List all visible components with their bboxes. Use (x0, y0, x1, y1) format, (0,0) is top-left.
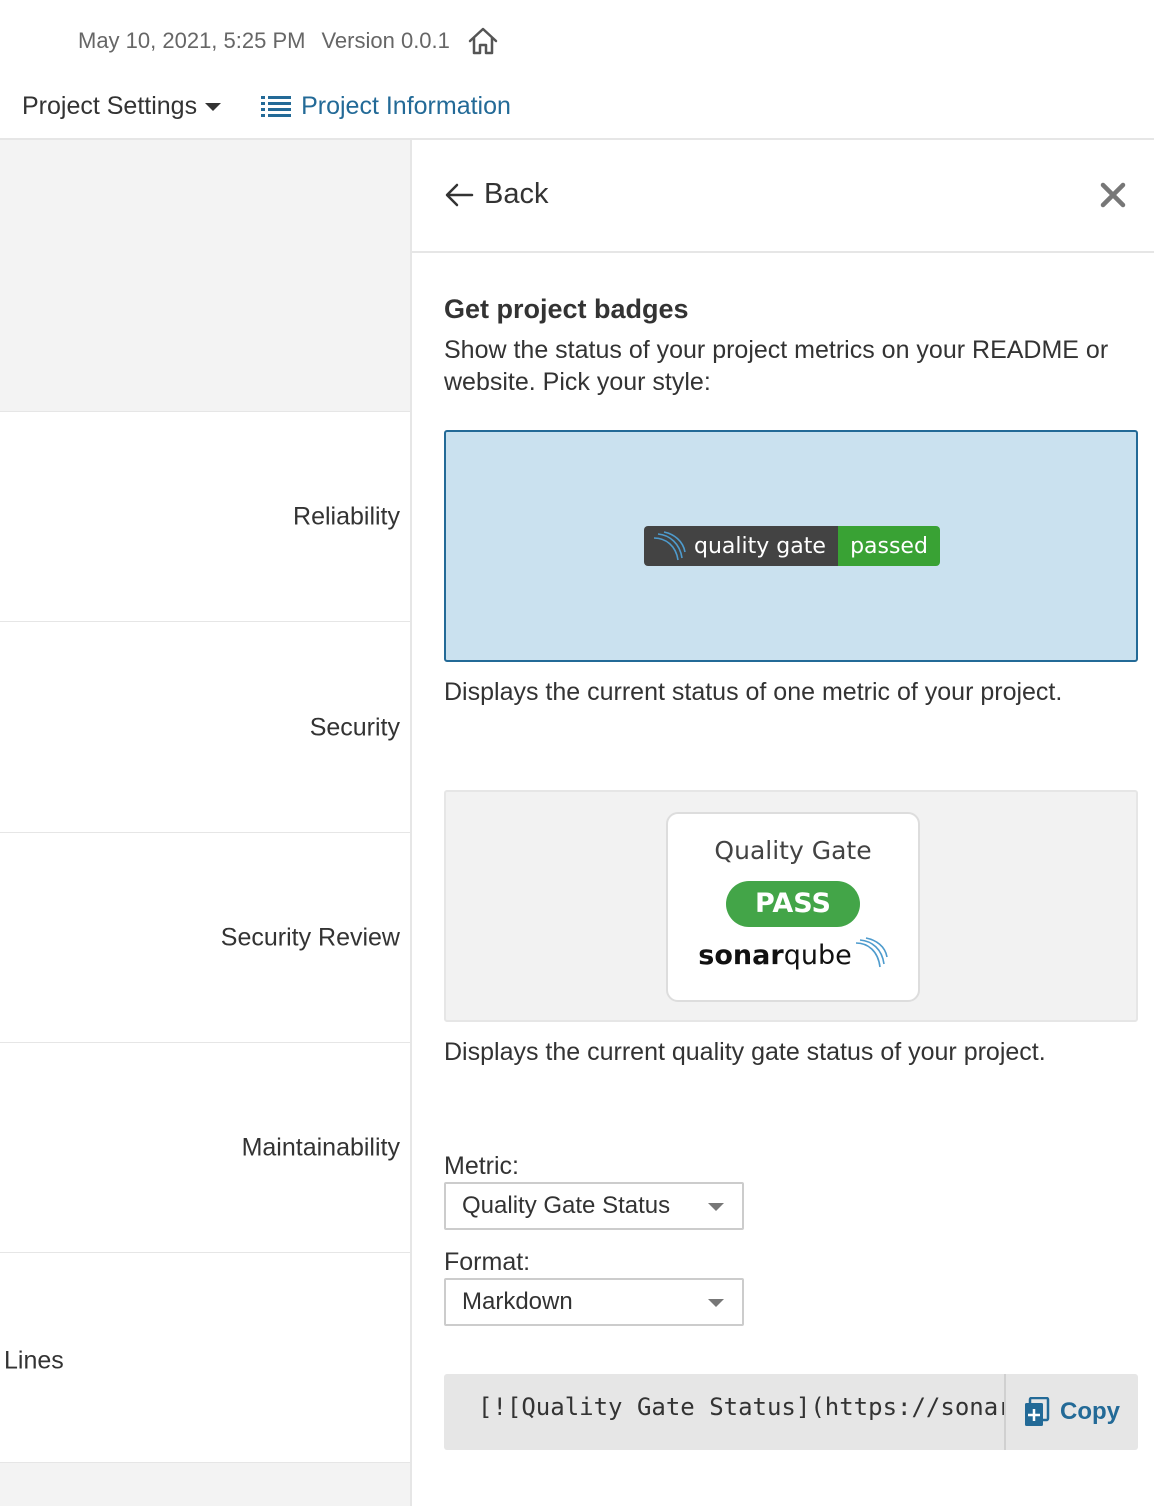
badge-label: quality gate (694, 533, 826, 559)
overview-row-security-review: Security Review (0, 833, 411, 1043)
project-information-link[interactable]: Project Information (261, 92, 511, 121)
version-label: Version 0.0.1 (321, 28, 450, 53)
overview-row-security: Security (0, 623, 411, 833)
close-icon[interactable] (1098, 180, 1128, 210)
metric-label: Metric: (444, 1152, 519, 1180)
row-label: Security Review (220, 923, 400, 951)
project-settings-label: Project Settings (22, 92, 198, 120)
badges-panel: Back Get project badges Show the status … (412, 140, 1154, 1506)
panel-title: Get project badges (444, 294, 689, 324)
overview-row-maintainability: Maintainability (0, 1043, 411, 1253)
chevron-down-icon (708, 1203, 724, 1211)
home-icon[interactable] (466, 24, 500, 58)
overview-row-reliability: Reliability (0, 412, 411, 622)
back-button[interactable]: Back (444, 178, 548, 211)
quality-gate-card: Quality Gate PASS sonar qube (666, 812, 920, 1002)
chevron-down-icon (708, 1299, 724, 1307)
badge-option-metric[interactable]: quality gate passed (444, 430, 1138, 662)
panel-header: Back (412, 140, 1154, 253)
format-select[interactable]: Markdown (444, 1278, 744, 1326)
badge-option-quality-gate[interactable]: Quality Gate PASS sonar qube (444, 790, 1138, 1022)
sonarqube-logo: sonar qube (668, 937, 918, 971)
metric-badge-caption: Displays the current status of one metri… (444, 678, 1063, 706)
row-label: Lines (4, 1346, 64, 1375)
metric-select[interactable]: Quality Gate Status (444, 1182, 744, 1230)
row-label: Maintainability (241, 1133, 400, 1161)
pass-pill: PASS (726, 881, 860, 927)
quality-gate-caption: Displays the current quality gate status… (444, 1038, 1046, 1066)
badge-value: passed (838, 526, 940, 566)
overview-row-lines: Lines (0, 1253, 411, 1463)
code-snippet[interactable]: [![Quality Gate Status](https://sonar (478, 1374, 1004, 1450)
header-meta: May 10, 2021, 5:25 PM Version 0.0.1 (78, 24, 500, 58)
logo-bold-text: sonar (698, 940, 784, 971)
metric-select-value: Quality Gate Status (462, 1192, 671, 1219)
row-label: Reliability (293, 502, 400, 530)
project-nav: Project Settings Project Information (22, 92, 511, 121)
list-icon (261, 95, 292, 117)
logo-regular-text: qube (783, 940, 852, 971)
project-settings-menu[interactable]: Project Settings (22, 92, 222, 121)
panel-description: Show the status of your project metrics … (444, 336, 1109, 396)
arrow-left-icon (445, 183, 474, 206)
code-divider (1004, 1374, 1006, 1450)
card-title: Quality Gate (714, 836, 872, 865)
row-label: Security (309, 713, 400, 741)
caret-down-icon (205, 102, 222, 111)
sonar-waves-icon (653, 531, 686, 561)
project-information-label: Project Information (301, 92, 511, 120)
code-snippet-box: [![Quality Gate Status](https://sonar Co… (444, 1374, 1138, 1450)
overview-footer-area (0, 1463, 411, 1506)
clipboard-icon (1025, 1397, 1050, 1426)
copy-button[interactable]: Copy (1024, 1374, 1120, 1450)
overview-column: Reliability Security Security Review Mai… (0, 140, 411, 1506)
format-select-value: Markdown (462, 1288, 573, 1315)
metric-badge: quality gate passed (644, 526, 940, 566)
back-label: Back (484, 178, 549, 210)
copy-label: Copy (1060, 1398, 1120, 1425)
format-label: Format: (444, 1248, 531, 1276)
analysis-datetime: May 10, 2021, 5:25 PM (78, 28, 306, 53)
overview-header-area (0, 140, 411, 412)
sonar-waves-icon (855, 937, 888, 968)
